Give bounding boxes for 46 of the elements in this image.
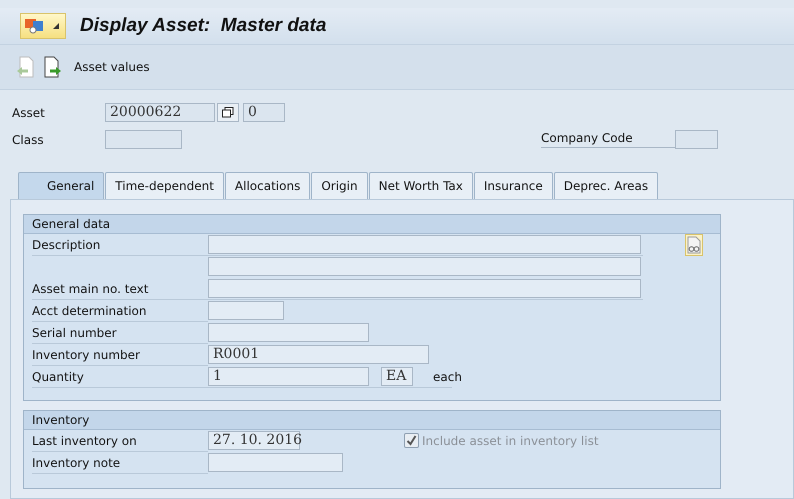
class-label: Class [12, 132, 45, 146]
system-menu-button[interactable] [20, 13, 66, 39]
input-field[interactable] [208, 323, 369, 342]
class-field[interactable] [105, 130, 182, 149]
unit-field[interactable]: EA [381, 367, 413, 386]
input-field[interactable] [208, 301, 284, 320]
input-field[interactable] [208, 257, 641, 276]
field-label: Inventory note [32, 456, 122, 470]
asset-field[interactable]: 20000622 [105, 103, 215, 122]
tab[interactable]: Allocations [224, 172, 310, 199]
window-title: Display Asset: Master data [80, 15, 326, 37]
input-field[interactable]: 1 [208, 367, 369, 386]
long-text-button[interactable] [685, 234, 703, 256]
field-label: Serial number [32, 326, 118, 340]
company-code-field[interactable] [675, 130, 718, 149]
field-label: Inventory number [32, 348, 141, 362]
tab[interactable]: Origin [311, 172, 368, 199]
input-field[interactable]: R0001 [208, 345, 429, 364]
input-field[interactable]: 27. 10. 2016 [208, 431, 300, 450]
field-label: Asset main no. text [32, 282, 150, 296]
field-label: Quantity [32, 370, 85, 384]
input-field[interactable] [208, 279, 641, 298]
group-title: General data [24, 215, 720, 234]
document-glasses-icon [686, 236, 702, 254]
copy-icon [222, 107, 234, 118]
menu-icon [25, 18, 45, 34]
tab[interactable]: Net Worth Tax [368, 172, 473, 199]
checkbox-label: Include asset in inventory list [422, 434, 599, 448]
tab[interactable]: General [18, 172, 104, 199]
asset-label: Asset [12, 106, 46, 120]
input-field[interactable] [208, 453, 343, 472]
forward-document-icon [44, 56, 62, 78]
back-document-icon [16, 56, 34, 78]
subnumber-field[interactable]: 0 [243, 103, 285, 122]
group-title: Inventory [24, 411, 720, 430]
input-field[interactable] [208, 235, 641, 254]
tab[interactable]: Insurance [474, 172, 553, 199]
unit-text: each [433, 370, 462, 384]
tab[interactable]: Time-dependent [105, 172, 224, 199]
asset-values-button[interactable]: Asset values [42, 56, 152, 78]
copy-button[interactable] [217, 103, 239, 122]
field-label: Acct determination [32, 304, 148, 318]
field-label: Description [32, 238, 102, 252]
field-label: Last inventory on [32, 434, 138, 448]
tab[interactable]: Deprec. Areas [554, 172, 658, 199]
caret-icon [53, 23, 59, 29]
